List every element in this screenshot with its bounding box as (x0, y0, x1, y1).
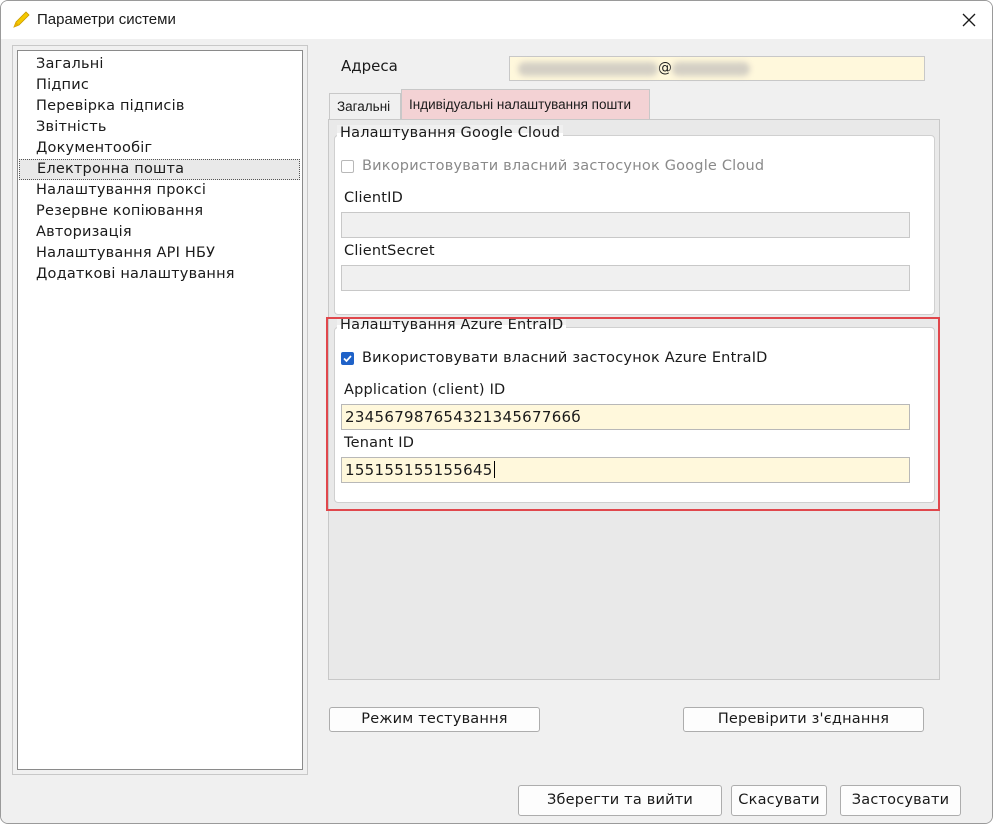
client-secret-label: ClientSecret (344, 243, 435, 259)
sidebar-item-4[interactable]: Документообіг (18, 138, 302, 159)
app-pencil-icon (11, 10, 31, 30)
sidebar-item-8[interactable]: Авторизація (18, 222, 302, 243)
google-checkbox[interactable] (341, 159, 354, 173)
settings-nav-panel: Загальні Підпис Перевірка підписів Звітніст… (12, 45, 308, 775)
sidebar-item-5[interactable]: Електронна пошта (19, 159, 300, 180)
client-id-input[interactable] (341, 212, 910, 238)
google-checkbox-row[interactable]: Використовувати власний застосунок Googl… (341, 158, 764, 174)
google-cloud-legend: Налаштування Google Cloud (337, 125, 564, 141)
application-id-label: Application (client) ID (344, 382, 506, 398)
azure-entraid-legend: Налаштування Azure EntraID (337, 317, 567, 333)
sidebar-item-10[interactable]: Додаткові налаштування (18, 264, 302, 285)
save-and-exit-button[interactable]: Зберегти та вийти (518, 785, 722, 816)
azure-checkbox[interactable] (341, 351, 354, 365)
sidebar-item-9[interactable]: Налаштування API НБУ (18, 243, 302, 264)
window-client: Загальні Підпис Перевірка підписів Звітніст… (1, 39, 992, 823)
sidebar-item-7[interactable]: Резервне копіювання (18, 201, 302, 222)
address-domain-blurred (672, 61, 750, 76)
client-secret-input[interactable] (341, 265, 910, 291)
sidebar-item-3[interactable]: Звітність (18, 117, 302, 138)
settings-nav-list[interactable]: Загальні Підпис Перевірка підписів Звітніст… (17, 50, 303, 770)
sidebar-item-2[interactable]: Перевірка підписів (18, 96, 302, 117)
sidebar-item-1[interactable]: Підпис (18, 75, 302, 96)
address-user-blurred (518, 61, 658, 76)
cancel-button[interactable]: Скасувати (731, 785, 827, 816)
apply-button[interactable]: Застосувати (840, 785, 961, 816)
tenant-id-label: Tenant ID (344, 435, 415, 451)
azure-checkbox-label: Використовувати власний застосунок Azure… (362, 350, 768, 366)
text-caret (493, 461, 495, 478)
tenant-id-value: 155155155155645 (345, 461, 493, 479)
tab-general[interactable]: Загальні (329, 93, 401, 120)
client-id-label: ClientID (344, 190, 404, 206)
application-id-input[interactable]: 23456798765432134567766б (341, 404, 910, 430)
azure-checkbox-row[interactable]: Використовувати власний застосунок Azure… (341, 350, 768, 366)
test-mode-button[interactable]: Режим тестування (329, 707, 540, 732)
address-at-sign: @ (658, 60, 672, 76)
settings-window: Параметри системи Загальні Підпис Перевірк… (0, 0, 993, 824)
google-checkbox-label: Використовувати власний застосунок Googl… (362, 158, 765, 174)
check-icon (343, 354, 352, 362)
azure-entraid-group: Налаштування Azure EntraID Використовува… (334, 317, 935, 503)
tenant-id-input[interactable]: 155155155155645 (341, 457, 910, 483)
google-cloud-group: Налаштування Google Cloud Використовуват… (334, 125, 935, 315)
address-input[interactable]: @ (509, 56, 925, 81)
window-title: Параметри системи (37, 11, 176, 28)
sidebar-item-0[interactable]: Загальні (18, 54, 302, 75)
sidebar-item-6[interactable]: Налаштування проксі (18, 180, 302, 201)
tab-individual-mail-settings[interactable]: Індивідуальні налаштування пошти (401, 89, 650, 120)
check-connection-button[interactable]: Перевірити з'єднання (683, 707, 924, 732)
close-icon[interactable] (954, 5, 984, 35)
title-bar[interactable]: Параметри системи (1, 1, 992, 39)
address-label: Адреса (341, 57, 398, 75)
